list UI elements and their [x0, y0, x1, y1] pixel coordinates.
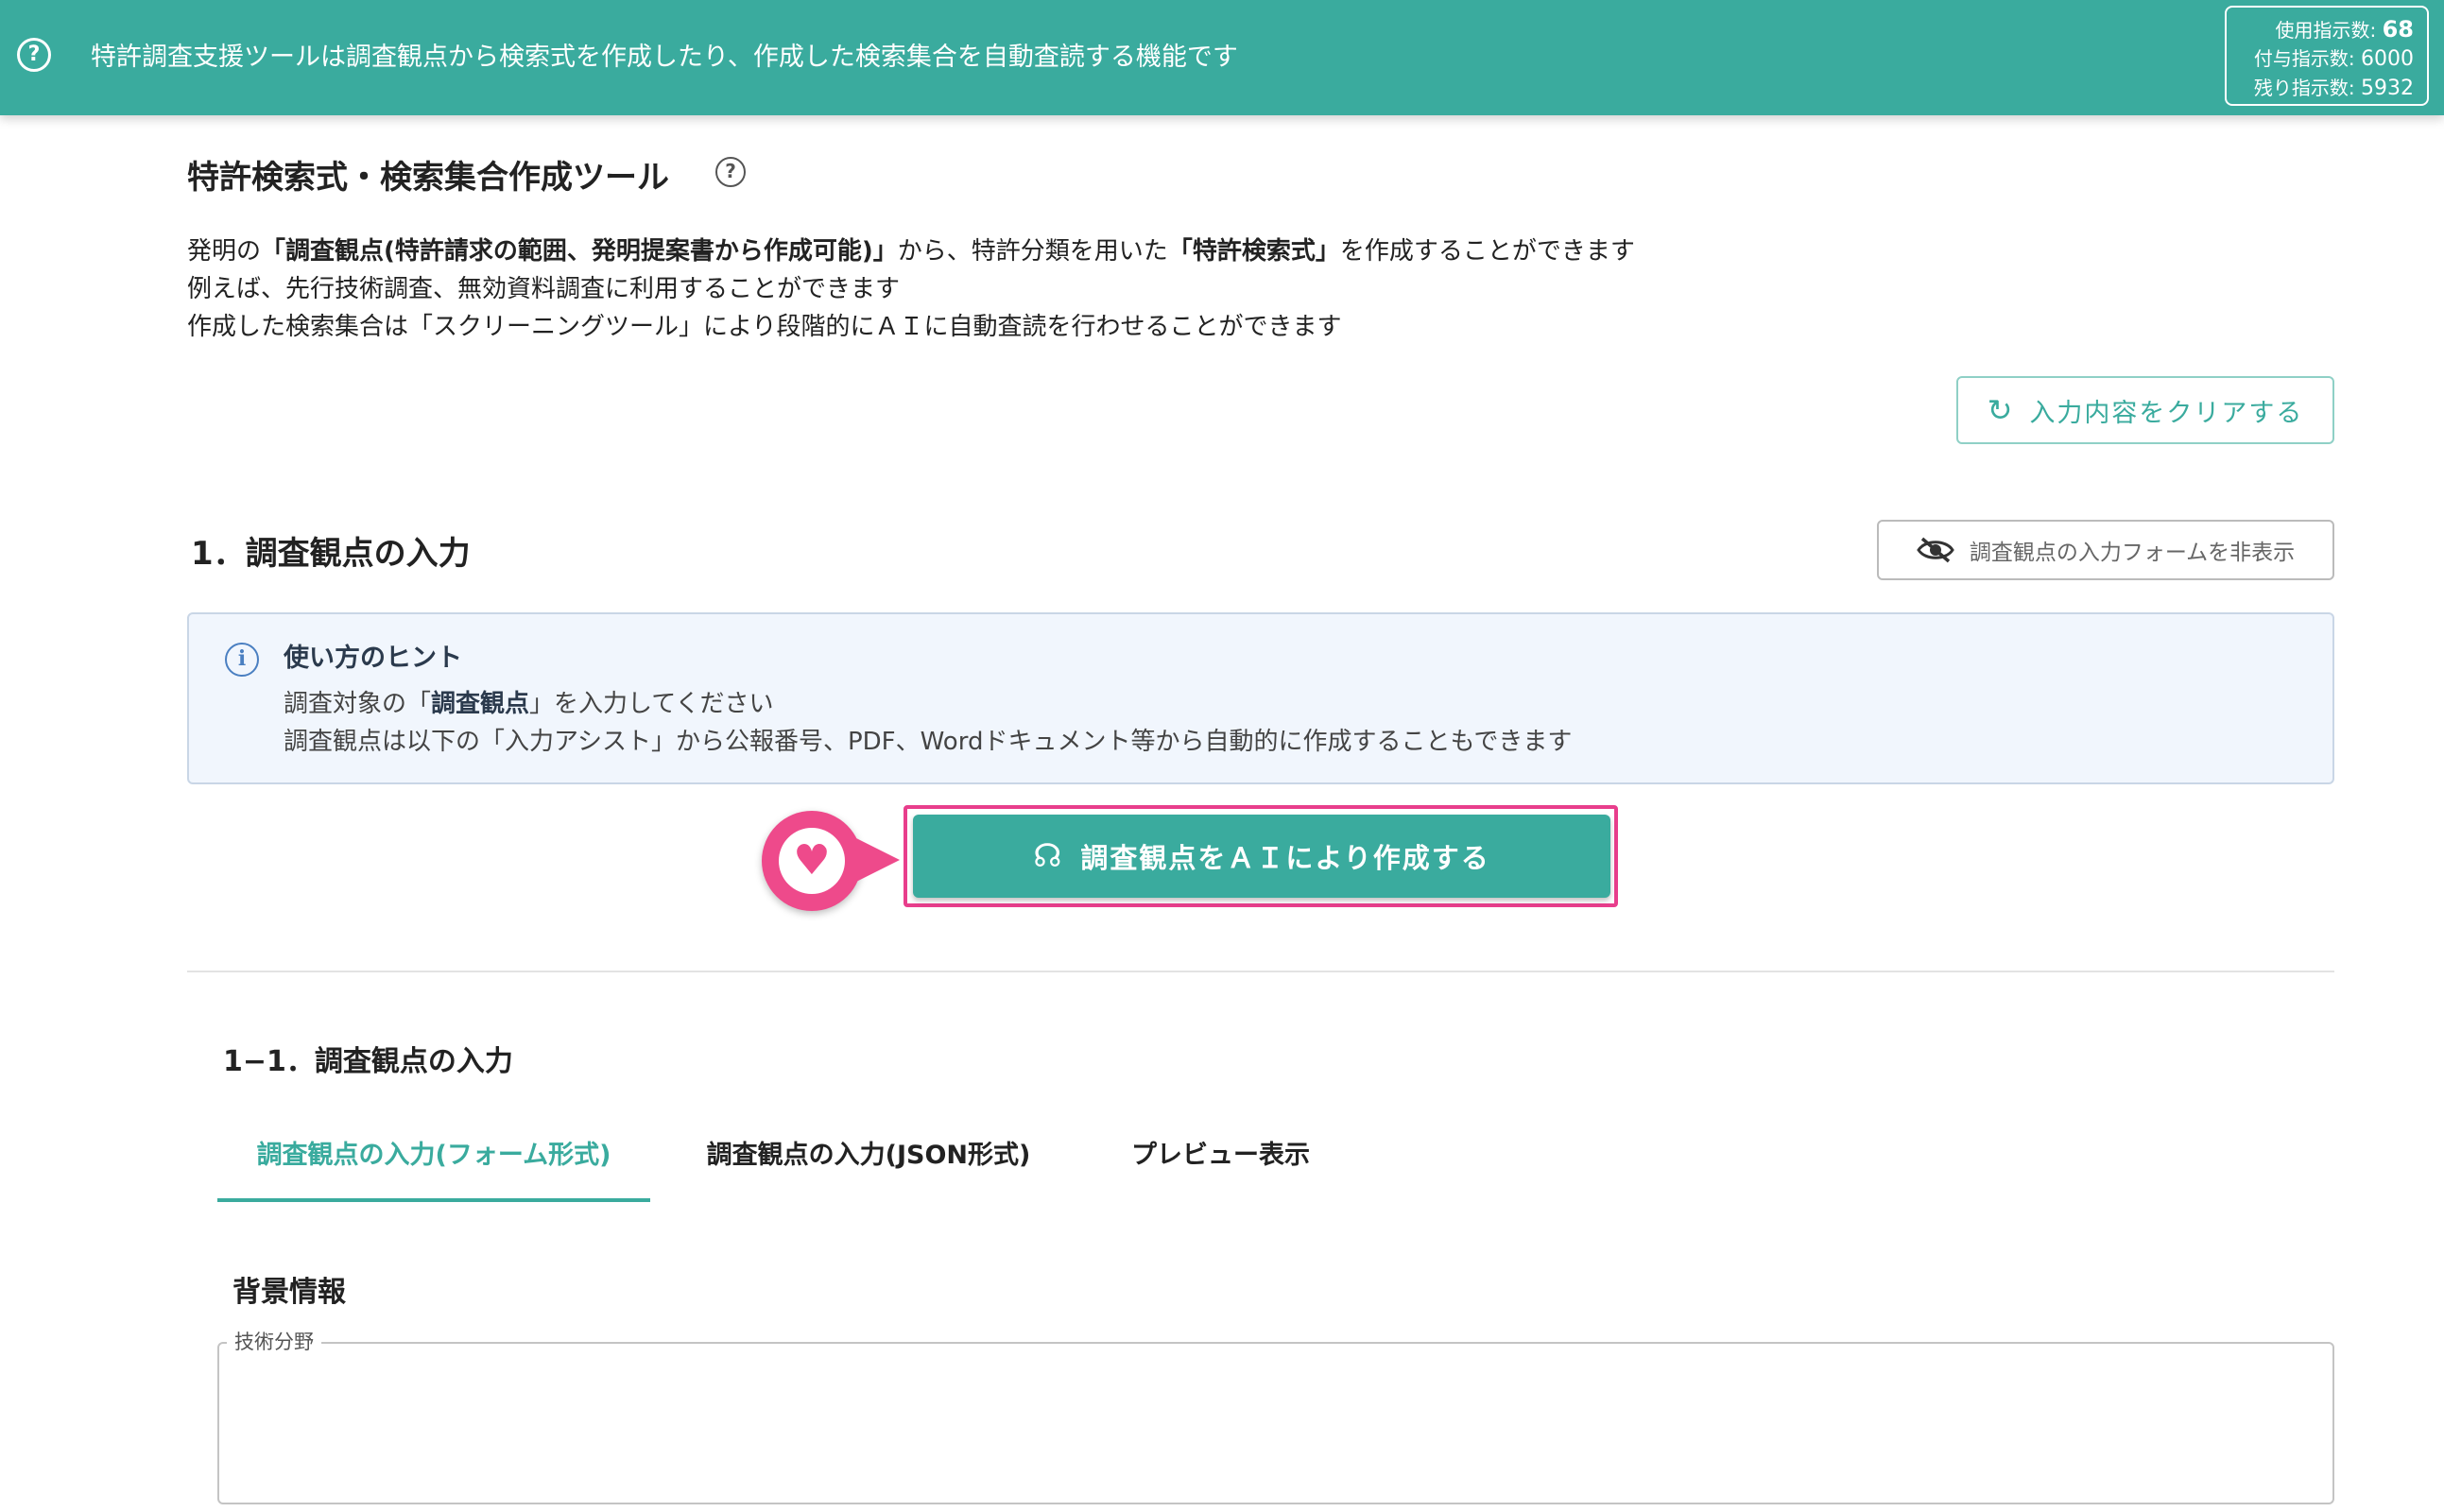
tab-form-input[interactable]: 調査観点の入力(フォーム形式): [217, 1117, 650, 1202]
hide-form-button[interactable]: 調査観点の入力フォームを非表示: [1877, 520, 2334, 580]
section-divider: [187, 971, 2334, 972]
banner-description: 特許調査支援ツールは調査観点から検索式を作成したり、作成した検索集合を自動査読す…: [91, 43, 1238, 72]
intro-line-1: 発明の「調査観点(特許請求の範囲、発明提案書から作成可能)」から、特許分類を用い…: [187, 237, 1635, 266]
usage-counter: 使用指示数: 68 付与指示数: 6000 残り指示数: 5932: [2225, 6, 2429, 106]
info-icon: i: [225, 643, 259, 677]
tech-field-label: 技術分野: [227, 1327, 321, 1355]
intro-text: 発明の「調査観点(特許請求の範囲、発明提案書から作成可能)」から、特許分類を用い…: [187, 232, 1635, 346]
headset-icon: ☊: [1033, 837, 1062, 875]
hide-form-label: 調査観点の入力フォームを非表示: [1969, 541, 2296, 565]
tech-field-textarea[interactable]: [217, 1342, 2334, 1504]
eye-off-icon: [1917, 537, 1954, 563]
top-banner: ? 特許調査支援ツールは調査観点から検索式を作成したり、作成した検索集合を自動査…: [0, 0, 2444, 115]
tab-json-input[interactable]: 調査観点の入力(JSON形式): [669, 1117, 1068, 1202]
help-icon[interactable]: ?: [715, 157, 746, 187]
refresh-icon: ↻: [1987, 392, 2013, 428]
page-title: 特許検索式・検索集合作成ツール: [187, 159, 669, 197]
remaining-count: 残り指示数: 5932: [2253, 77, 2414, 100]
clear-input-button[interactable]: ↻ 入力内容をクリアする: [1956, 376, 2334, 444]
granted-count: 付与指示数: 6000: [2253, 47, 2414, 71]
background-info-title: 背景情報: [232, 1276, 346, 1309]
intro-line-3: 作成した検索集合は「スクリーニングツール」により段階的にＡＩに自動査読を行わせる…: [187, 313, 1342, 341]
used-count: 使用指示数: 68: [2275, 16, 2414, 43]
ai-create-label: 調査観点をＡＩにより作成する: [1080, 842, 1490, 874]
hint-title: 使い方のヒント: [284, 644, 462, 673]
intro-line-2: 例えば、先行技術調査、無効資料調査に利用することができます: [187, 275, 901, 303]
heart-marker-icon: ♥: [762, 811, 862, 911]
clear-input-label: 入力内容をクリアする: [2029, 398, 2304, 428]
pointer-arrow: [851, 835, 900, 885]
question-circle-icon[interactable]: ?: [17, 38, 51, 72]
section-1-1-title: 1−1．調査観点の入力: [223, 1045, 513, 1078]
ai-create-button[interactable]: ☊ 調査観点をＡＩにより作成する: [913, 815, 1610, 898]
section-1-title: 1．調査観点の入力: [191, 535, 471, 573]
usage-hint-box: i 使い方のヒント 調査対象の「調査観点」を入力してください 調査観点は以下の「…: [187, 612, 2334, 784]
tab-preview[interactable]: プレビュー表示: [1087, 1117, 1354, 1202]
hint-line-2: 調査観点は以下の「入力アシスト」から公報番号、PDF、Wordドキュメント等から…: [284, 728, 1573, 756]
hint-line-1: 調査対象の「調査観点」を入力してください: [284, 690, 774, 718]
